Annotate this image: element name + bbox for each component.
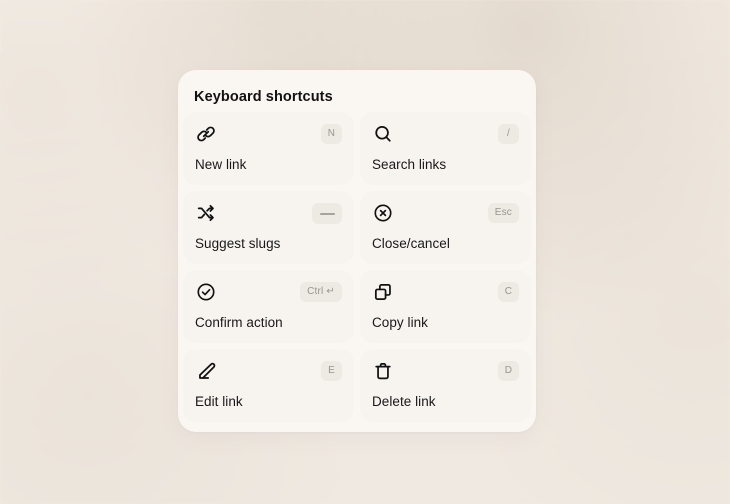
card-top-row	[195, 202, 342, 228]
card-top-row: /	[372, 123, 519, 149]
shortcut-card-new-link[interactable]: N New link	[183, 112, 354, 185]
shortcut-key-badge: D	[498, 361, 519, 381]
shortcut-card-confirm-action[interactable]: Ctrl ↵ Confirm action	[183, 270, 354, 343]
spacebar-glyph	[320, 213, 335, 215]
shortcut-key-badge: E	[321, 361, 342, 381]
shortcut-key-badge: Esc	[488, 203, 519, 223]
shortcut-label: Suggest slugs	[195, 235, 280, 253]
close-circle-icon	[372, 202, 394, 224]
card-top-row: Ctrl ↵	[195, 281, 342, 307]
shortcut-card-copy-link[interactable]: C Copy link	[360, 270, 531, 343]
shortcut-label: New link	[195, 156, 246, 174]
shortcut-card-search-links[interactable]: / Search links	[360, 112, 531, 185]
shortcut-label: Delete link	[372, 393, 436, 411]
card-top-row: Esc	[372, 202, 519, 228]
shortcut-key-badge: C	[498, 282, 519, 302]
pencil-icon	[195, 360, 217, 382]
card-top-row: C	[372, 281, 519, 307]
shuffle-icon	[195, 202, 217, 224]
shortcuts-grid: N New link / Search links	[183, 112, 531, 422]
shortcut-key-badge-spacebar	[312, 203, 342, 224]
shortcut-card-suggest-slugs[interactable]: Suggest slugs	[183, 191, 354, 264]
shortcut-card-edit-link[interactable]: E Edit link	[183, 349, 354, 422]
search-icon	[372, 123, 394, 145]
shortcut-label: Edit link	[195, 393, 243, 411]
shortcut-key-badge: /	[498, 124, 519, 144]
shortcut-label: Close/cancel	[372, 235, 450, 253]
page-title: Keyboard shortcuts	[194, 87, 333, 107]
shortcut-key-badge: N	[321, 124, 342, 144]
link-icon	[195, 123, 217, 145]
shortcut-card-delete-link[interactable]: D Delete link	[360, 349, 531, 422]
shortcut-label: Copy link	[372, 314, 428, 332]
check-circle-icon	[195, 281, 217, 303]
shortcut-card-close-cancel[interactable]: Esc Close/cancel	[360, 191, 531, 264]
trash-icon	[372, 360, 394, 382]
card-top-row: N	[195, 123, 342, 149]
shortcut-key-badge: Ctrl ↵	[300, 282, 342, 302]
keyboard-shortcuts-panel: Keyboard shortcuts N New link	[178, 70, 536, 432]
card-top-row: D	[372, 360, 519, 386]
copy-icon	[372, 281, 394, 303]
shortcut-label: Search links	[372, 156, 446, 174]
shortcut-label: Confirm action	[195, 314, 283, 332]
card-top-row: E	[195, 360, 342, 386]
